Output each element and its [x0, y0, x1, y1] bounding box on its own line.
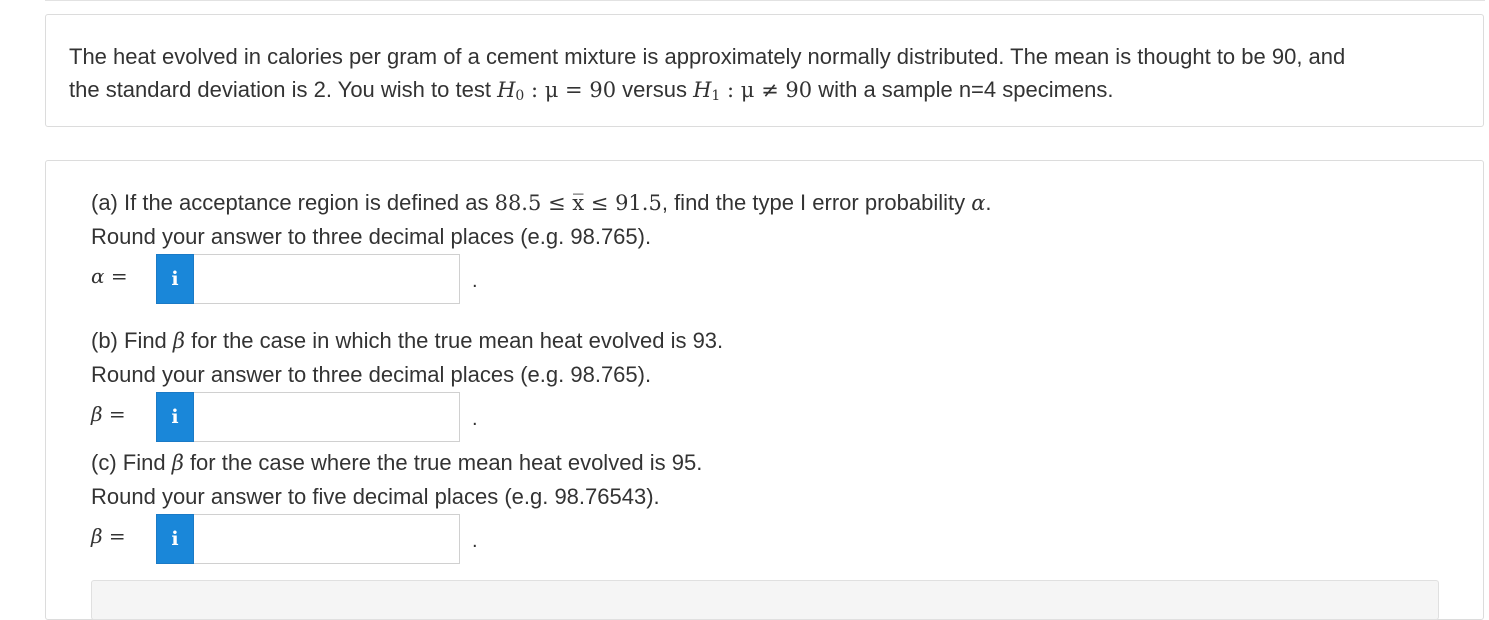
info-icon-button[interactable]: i — [156, 514, 194, 564]
alpha-answer-label: α = — [91, 264, 128, 288]
info-icon-button[interactable]: i — [156, 254, 194, 304]
answer-trailing-dot: . — [472, 408, 478, 430]
problem-statement: The heat evolved in calories per gram of… — [69, 40, 1449, 113]
bottom-panel — [91, 580, 1439, 620]
problem-line-1: The heat evolved in calories per gram of… — [69, 44, 1346, 69]
part-c-question: (c) Find β for the case where the true m… — [91, 450, 703, 509]
versus-text: versus — [616, 77, 694, 102]
beta-symbol: β — [171, 451, 184, 475]
part-a-question: (a) If the acceptance region is defined … — [91, 190, 992, 249]
top-divider — [45, 0, 1485, 1]
null-hypothesis: H0 : μ = 90 — [497, 78, 617, 104]
questions-card: (a) If the acceptance region is defined … — [45, 160, 1484, 620]
acceptance-region: 88.5 ≤ x̅ ≤ 91.5 — [494, 191, 662, 215]
alternative-hypothesis: H1 : μ ≠ 90 — [693, 78, 813, 104]
part-b-round-instruction: Round your answer to three decimal place… — [91, 362, 652, 387]
answer-trailing-dot: . — [472, 270, 478, 292]
part-c-round-instruction: Round your answer to five decimal places… — [91, 484, 660, 509]
alpha-answer-input[interactable] — [194, 254, 460, 304]
beta-symbol: β — [172, 329, 186, 353]
problem-card: The heat evolved in calories per gram of… — [45, 14, 1484, 127]
beta-c-answer-input[interactable] — [194, 514, 460, 564]
beta-b-answer-input[interactable] — [194, 392, 460, 442]
part-b-question: (b) Find β for the case in which the tru… — [91, 328, 724, 387]
problem-line-2-prefix: the standard deviation is 2. You wish to… — [69, 77, 498, 102]
info-icon-button[interactable]: i — [156, 392, 194, 442]
alpha-symbol: α — [971, 191, 986, 215]
part-a-round-instruction: Round your answer to three decimal place… — [91, 224, 652, 249]
beta-answer-label: β = — [91, 402, 126, 426]
beta-answer-label: β = — [91, 524, 126, 548]
problem-line-2-suffix: with a sample n=4 specimens. — [812, 77, 1114, 102]
answer-trailing-dot: . — [472, 530, 478, 552]
